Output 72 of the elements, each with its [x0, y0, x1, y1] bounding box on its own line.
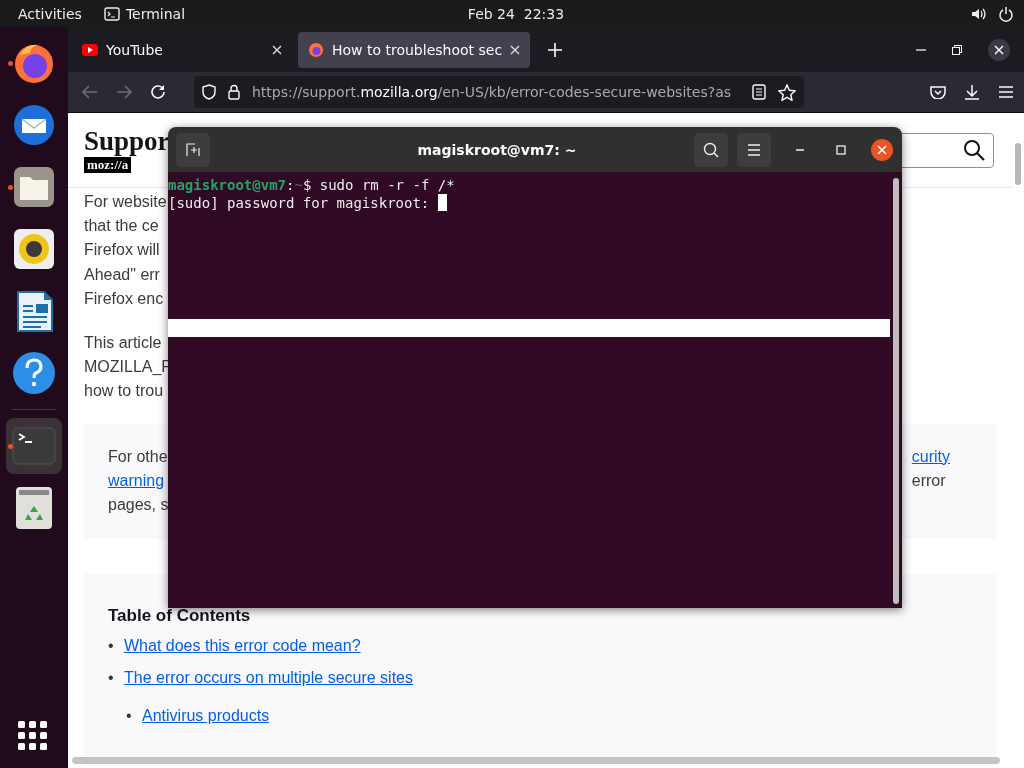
help-icon[interactable]	[12, 351, 56, 395]
url-text[interactable]: https://support.mozilla.org/en-US/kb/error-codes-secure-websites?as	[252, 84, 740, 100]
close-icon	[871, 138, 893, 161]
menu-icon[interactable]	[998, 85, 1014, 99]
video-play-icon	[82, 43, 98, 56]
close-icon[interactable]	[988, 38, 1010, 61]
paragraph-text: Firefox will	[84, 240, 160, 261]
link[interactable]: The error occurs on multiple secure sites	[124, 669, 413, 687]
power-icon[interactable]	[998, 5, 1014, 22]
paragraph-text: how to trou	[84, 381, 164, 402]
window-title: magiskroot@vm7: ~	[416, 141, 578, 158]
back-icon[interactable]	[82, 85, 98, 99]
close-icon[interactable]	[510, 44, 521, 55]
maximize-icon	[835, 143, 847, 156]
thunderbird-icon[interactable]	[12, 103, 56, 147]
pocket-icon[interactable]	[930, 85, 946, 99]
bullet: •	[126, 706, 133, 727]
new-tab-button[interactable]	[176, 132, 210, 167]
forward-icon[interactable]	[116, 85, 132, 99]
search-button[interactable]	[694, 132, 728, 167]
address-bar[interactable]: https://support.mozilla.org/en-US/kb/error-codes-secure-websites?as	[194, 76, 804, 108]
terminal-icon	[103, 6, 120, 21]
new-tab-icon[interactable]	[548, 42, 563, 57]
browser-tab[interactable]: YouTube	[72, 31, 292, 68]
paragraph-text: For othe	[108, 446, 168, 467]
speaker-icon[interactable]	[12, 227, 56, 271]
app-name[interactable]: Terminal	[125, 5, 186, 22]
paragraph-text: Ahead" err	[84, 264, 160, 285]
app-grid-icon[interactable]	[18, 721, 47, 750]
paragraph-text: For website	[84, 192, 167, 212]
lock-icon[interactable]	[228, 84, 240, 100]
scrollbar-thumb[interactable]	[1015, 143, 1021, 185]
download-icon[interactable]	[964, 84, 980, 100]
firefox-icon	[308, 41, 324, 58]
logo[interactable]: moz://a	[84, 157, 132, 173]
reader-view-icon[interactable]	[752, 84, 766, 100]
bullet: •	[108, 636, 115, 657]
star-icon[interactable]	[778, 83, 796, 101]
terminal-line: [sudo] password for magiskroot:	[168, 194, 430, 212]
paragraph-text: error	[911, 470, 946, 491]
folder-icon[interactable]	[12, 165, 56, 209]
terminal-line: magiskroot@vm7:~$ sudo rm -r -f /*	[168, 176, 455, 194]
link[interactable]: What does this error code mean?	[124, 637, 361, 655]
site-title[interactable]: Suppor	[84, 127, 170, 155]
search-icon	[963, 139, 985, 161]
minimize-icon	[796, 148, 804, 151]
reload-icon[interactable]	[150, 84, 166, 100]
scrollbar-thumb[interactable]	[72, 757, 1000, 764]
menu-icon	[747, 143, 761, 156]
section-heading: Table of Contents	[108, 606, 252, 627]
bullet: •	[108, 668, 115, 689]
restore-icon[interactable]	[952, 44, 962, 55]
shield-icon[interactable]	[202, 84, 216, 100]
new-tab-icon	[186, 142, 200, 157]
close-icon[interactable]	[272, 44, 282, 55]
clock[interactable]: Feb 24 22:33	[350, 5, 682, 22]
paragraph-text: This article	[84, 333, 162, 353]
paragraph-text: pages, s	[108, 494, 169, 515]
activities-button[interactable]: Activities	[18, 5, 82, 22]
close-button[interactable]	[870, 137, 894, 162]
link[interactable]: warning	[108, 468, 165, 493]
paragraph-text: MOZILLA_F	[84, 357, 172, 378]
link[interactable]: Antivirus products	[142, 707, 270, 725]
terminal-icon[interactable]	[12, 424, 56, 468]
scrollbar-thumb[interactable]	[893, 178, 899, 604]
search-icon	[703, 141, 719, 158]
link[interactable]: curity	[911, 444, 950, 469]
paragraph-text: Firefox enc	[84, 288, 164, 309]
menu-button[interactable]	[737, 132, 771, 167]
browser-tab[interactable]: How to troubleshoot sec	[298, 31, 531, 68]
paragraph-text: that the ce	[84, 216, 159, 237]
minimize-icon[interactable]	[916, 48, 926, 51]
